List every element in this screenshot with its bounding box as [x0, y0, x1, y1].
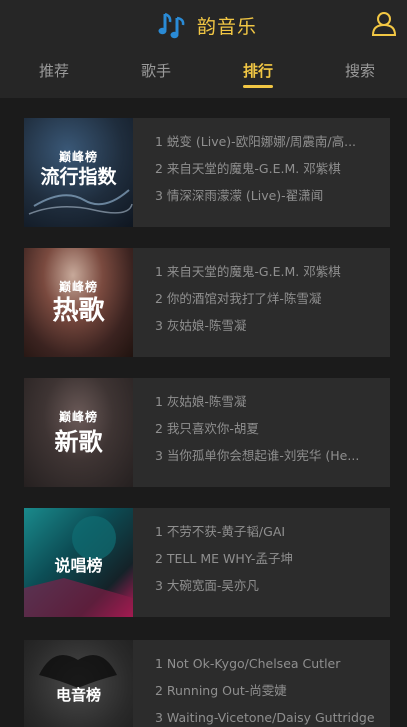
chart-cover: 巅峰榜 新歌 [24, 378, 133, 487]
chart-card-new-songs[interactable]: 巅峰榜 新歌 1 灰姑娘-陈雪凝 2 我只喜欢你-胡夏 3 当你孤单你会想起谁-… [24, 378, 390, 487]
music-note-icon [158, 12, 185, 39]
tab-bar: 推荐 歌手 排行 搜索 [0, 50, 407, 98]
song-list: 1 来自天堂的魔鬼-G.E.M. 邓紫棋 2 你的酒馆对我打了烊-陈雪凝 3 灰… [155, 258, 383, 339]
cover-title: 电音榜 [55, 686, 101, 704]
chart-cover: 电音榜 [24, 640, 133, 727]
chart-card-pop-index[interactable]: 巅峰榜 流行指数 1 蜕变 (Live)-欧阳娜娜/周震南/高... 2 来自天… [24, 118, 390, 227]
app-logo[interactable]: 韵音乐 [157, 8, 257, 42]
song-item[interactable]: 1 Not Ok-Kygo/Chelsea Cutler [155, 650, 383, 677]
song-item[interactable]: 3 Waiting-Vicetone/Daisy Guttridge [155, 704, 383, 727]
song-item[interactable]: 3 大碗宽面-吴亦凡 [155, 572, 383, 599]
cover-title: 说唱榜 [54, 556, 103, 575]
song-list: 1 灰姑娘-陈雪凝 2 我只喜欢你-胡夏 3 当你孤单你会想起谁-刘宪华 (He… [155, 388, 383, 469]
cover-title: 流行指数 [40, 166, 117, 188]
chart-cover: 巅峰榜 热歌 [24, 248, 133, 357]
song-item[interactable]: 2 我只喜欢你-胡夏 [155, 415, 383, 442]
song-item[interactable]: 2 TELL ME WHY-孟子坤 [155, 545, 383, 572]
tab-singers[interactable]: 歌手 [121, 50, 191, 94]
song-list: 1 不劳不获-黄子韬/GAI 2 TELL ME WHY-孟子坤 3 大碗宽面-… [155, 518, 383, 599]
song-list: 1 蜕变 (Live)-欧阳娜娜/周震南/高... 2 来自天堂的魔鬼-G.E.… [155, 128, 383, 209]
song-item[interactable]: 2 Running Out-尚雯婕 [155, 677, 383, 704]
chart-cover: 说唱榜 [24, 508, 133, 617]
active-tab-indicator [243, 85, 273, 88]
tab-recommend[interactable]: 推荐 [19, 50, 89, 94]
song-item[interactable]: 3 当你孤单你会想起谁-刘宪华 (He... [155, 442, 383, 469]
tab-search[interactable]: 搜索 [325, 50, 395, 94]
song-item[interactable]: 1 灰姑娘-陈雪凝 [155, 388, 383, 415]
song-item[interactable]: 1 来自天堂的魔鬼-G.E.M. 邓紫棋 [155, 258, 383, 285]
chart-card-electronic[interactable]: 电音榜 1 Not Ok-Kygo/Chelsea Cutler 2 Runni… [24, 640, 390, 727]
cover-title: 热歌 [52, 296, 105, 326]
song-list: 1 Not Ok-Kygo/Chelsea Cutler 2 Running O… [155, 650, 383, 727]
chart-cover: 巅峰榜 流行指数 [24, 118, 133, 227]
cover-title: 新歌 [54, 428, 103, 456]
song-item[interactable]: 3 灰姑娘-陈雪凝 [155, 312, 383, 339]
user-icon[interactable] [371, 10, 397, 36]
song-item[interactable]: 1 蜕变 (Live)-欧阳娜娜/周震南/高... [155, 128, 383, 155]
song-item[interactable]: 2 来自天堂的魔鬼-G.E.M. 邓紫棋 [155, 155, 383, 182]
chart-card-hot-songs[interactable]: 巅峰榜 热歌 1 来自天堂的魔鬼-G.E.M. 邓紫棋 2 你的酒馆对我打了烊-… [24, 248, 390, 357]
app-title: 韵音乐 [197, 15, 258, 38]
song-item[interactable]: 3 情深深雨濛濛 (Live)-翟潇闻 [155, 182, 383, 209]
app-header: 韵音乐 [0, 0, 407, 50]
song-item[interactable]: 1 不劳不获-黄子韬/GAI [155, 518, 383, 545]
chart-card-rap[interactable]: 说唱榜 1 不劳不获-黄子韬/GAI 2 TELL ME WHY-孟子坤 3 大… [24, 508, 390, 617]
song-item[interactable]: 2 你的酒馆对我打了烊-陈雪凝 [155, 285, 383, 312]
